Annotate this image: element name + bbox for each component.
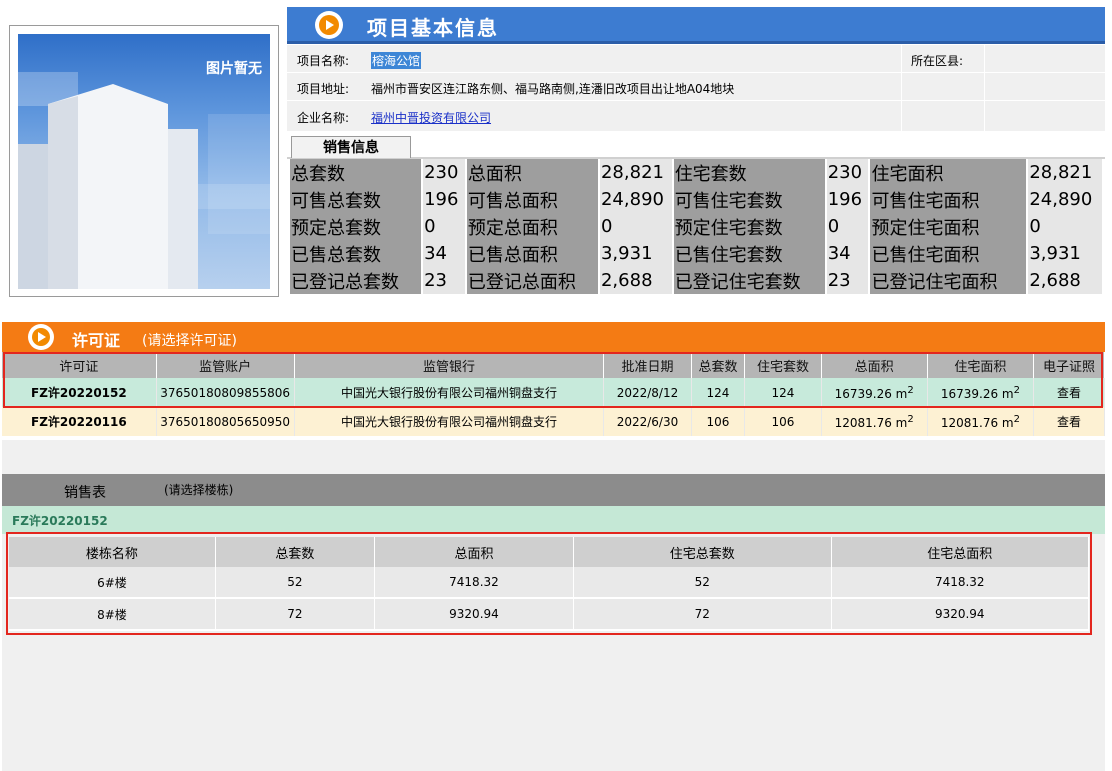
photo-placeholder-text: 图片暂无 <box>206 61 262 77</box>
sales-info-row: 可售总套数 196 可售总面积 24,890 可售住宅套数 196 可售住宅面积 24,890 <box>290 186 1102 213</box>
play-icon <box>315 11 343 39</box>
sales-info-value: 0 <box>423 213 465 240</box>
play-icon <box>28 324 54 350</box>
sales-info-label: 已售住宅面积 <box>870 240 1027 267</box>
tab-sales-info[interactable]: 销售信息 <box>291 136 411 158</box>
sales-info-value: 34 <box>826 240 869 267</box>
highlight-box-buildings <box>6 532 1092 635</box>
permit-cell-res_area: 12081.76 m2 <box>927 407 1035 436</box>
permit-cell-total: 106 <box>691 407 746 436</box>
company-link[interactable]: 福州中晋投资有限公司 <box>371 109 491 126</box>
company-label: 企业名称: <box>297 111 350 125</box>
project-address: 福州市晋安区连江路东侧、福马路南侧,连潘旧改项目出让地A04地块 <box>371 82 735 96</box>
sales-table-note: (请选择楼栋) <box>164 483 234 497</box>
sales-info-label: 已登记住宅套数 <box>673 267 825 294</box>
sales-info-label: 可售住宅面积 <box>870 186 1027 213</box>
sales-info-label: 预定总套数 <box>290 213 422 240</box>
sales-info-label: 总套数 <box>290 159 422 186</box>
sales-info-label: 预定住宅套数 <box>673 213 825 240</box>
district-label: 所在区县: <box>911 54 964 68</box>
sales-info-label: 住宅套数 <box>673 159 825 186</box>
sales-info-value: 24,890 <box>599 186 672 213</box>
sales-info-label: 已登记总面积 <box>466 267 598 294</box>
sales-info-grid: 总套数 230 总面积 28,821 住宅套数 230 住宅面积 28,821 可售总套数 196… <box>288 159 1104 294</box>
sales-info-value: 34 <box>423 240 465 267</box>
permit-cell-date: 2022/6/30 <box>603 407 692 436</box>
sales-info-value: 196 <box>423 186 465 213</box>
project-address-row: 项目地址: 福州市晋安区连江路东侧、福马路南侧,连潘旧改项目出让地A04地块 <box>287 73 1105 101</box>
project-photo-frame: 图片暂无 <box>9 25 279 297</box>
sales-info-row: 已登记总套数 23 已登记总面积 2,688 已登记住宅套数 23 已登记住宅面积 2,688 <box>290 267 1102 294</box>
sales-info-label: 已售总套数 <box>290 240 422 267</box>
sales-info-value: 28,821 <box>1028 159 1102 186</box>
sales-info-label: 预定总面积 <box>466 213 598 240</box>
unit-superscript: 2 <box>907 413 914 425</box>
permit-cell-area: 12081.76 m2 <box>821 407 928 436</box>
sales-info-tabbar: 销售信息 <box>287 134 1105 159</box>
permit-cell-res: 106 <box>744 407 822 436</box>
selected-permit-bar: FZ许20220152 <box>2 506 1105 534</box>
sales-info-row: 已售总套数 34 已售总面积 3,931 已售住宅套数 34 已售住宅面积 3,931 <box>290 240 1102 267</box>
sales-table-label: 销售表 <box>64 485 106 501</box>
sales-info-value: 230 <box>423 159 465 186</box>
permit-title: 许可证 <box>72 331 121 350</box>
sales-info-label: 已登记总套数 <box>290 267 422 294</box>
sales-info-label: 可售总套数 <box>290 186 422 213</box>
sales-info-row: 总套数 230 总面积 28,821 住宅套数 230 住宅面积 28,821 <box>290 159 1102 186</box>
permit-cell-account: 37650180805650950 <box>156 407 295 436</box>
project-name-label: 项目名称: <box>297 54 350 68</box>
sales-info-label: 已售住宅套数 <box>673 240 825 267</box>
sales-info-label: 可售住宅套数 <box>673 186 825 213</box>
sales-info-value: 2,688 <box>599 267 672 294</box>
sales-table-header: 销售表 (请选择楼栋) <box>2 474 1105 506</box>
selected-permit: FZ许20220152 <box>12 514 108 528</box>
permit-cell-id[interactable]: FZ许20220116 <box>2 407 157 436</box>
sales-info-value: 23 <box>423 267 465 294</box>
sales-info-value: 2,688 <box>1028 267 1102 294</box>
project-name-row: 项目名称: 榕海公馆 <box>287 45 1105 73</box>
divider <box>984 45 985 132</box>
sales-info-label: 已售总面积 <box>466 240 598 267</box>
sales-info-value: 0 <box>599 213 672 240</box>
highlight-box-permit <box>3 352 1103 408</box>
sales-info-label: 住宅面积 <box>870 159 1027 186</box>
sales-info-value: 3,931 <box>1028 240 1102 267</box>
spacer-band <box>2 440 1105 474</box>
permit-header: 许可证 (请选择许可证) <box>2 322 1105 352</box>
unit-superscript: 2 <box>1013 413 1020 425</box>
sales-info-value: 23 <box>826 267 869 294</box>
permit-cell-view[interactable]: 查看 <box>1033 407 1105 436</box>
company-row: 企业名称: 福州中晋投资有限公司 <box>287 101 1105 132</box>
sales-info-label: 总面积 <box>466 159 598 186</box>
sales-info-label: 预定住宅面积 <box>870 213 1027 240</box>
project-photo: 图片暂无 <box>18 34 270 289</box>
sales-info-value: 28,821 <box>599 159 672 186</box>
permit-subtitle: (请选择许可证) <box>142 333 237 349</box>
sales-info-row: 预定总套数 0 预定总面积 0 预定住宅套数 0 预定住宅面积 0 <box>290 213 1102 240</box>
permit-cell-bank: 中国光大银行股份有限公司福州铜盘支行 <box>294 407 605 436</box>
sales-info-value: 0 <box>1028 213 1102 240</box>
sales-info-value: 230 <box>826 159 869 186</box>
divider <box>901 45 902 132</box>
sales-info-label: 可售总面积 <box>466 186 598 213</box>
project-info-header: 项目基本信息 <box>287 7 1105 44</box>
sales-info-value: 3,931 <box>599 240 672 267</box>
sales-info-value: 196 <box>826 186 869 213</box>
sales-info-value: 0 <box>826 213 869 240</box>
area-value: 12081.76 m <box>940 415 1014 430</box>
project-name[interactable]: 榕海公馆 <box>371 52 422 69</box>
page-title: 项目基本信息 <box>367 16 499 40</box>
sales-info-value: 24,890 <box>1028 186 1102 213</box>
permit-row[interactable]: FZ许20220116 37650180805650950 中国光大银行股份有限公司… <box>2 407 1105 436</box>
project-address-label: 项目地址: <box>297 82 350 96</box>
area-value: 12081.76 m <box>834 415 908 430</box>
sales-info-label: 已登记住宅面积 <box>870 267 1027 294</box>
